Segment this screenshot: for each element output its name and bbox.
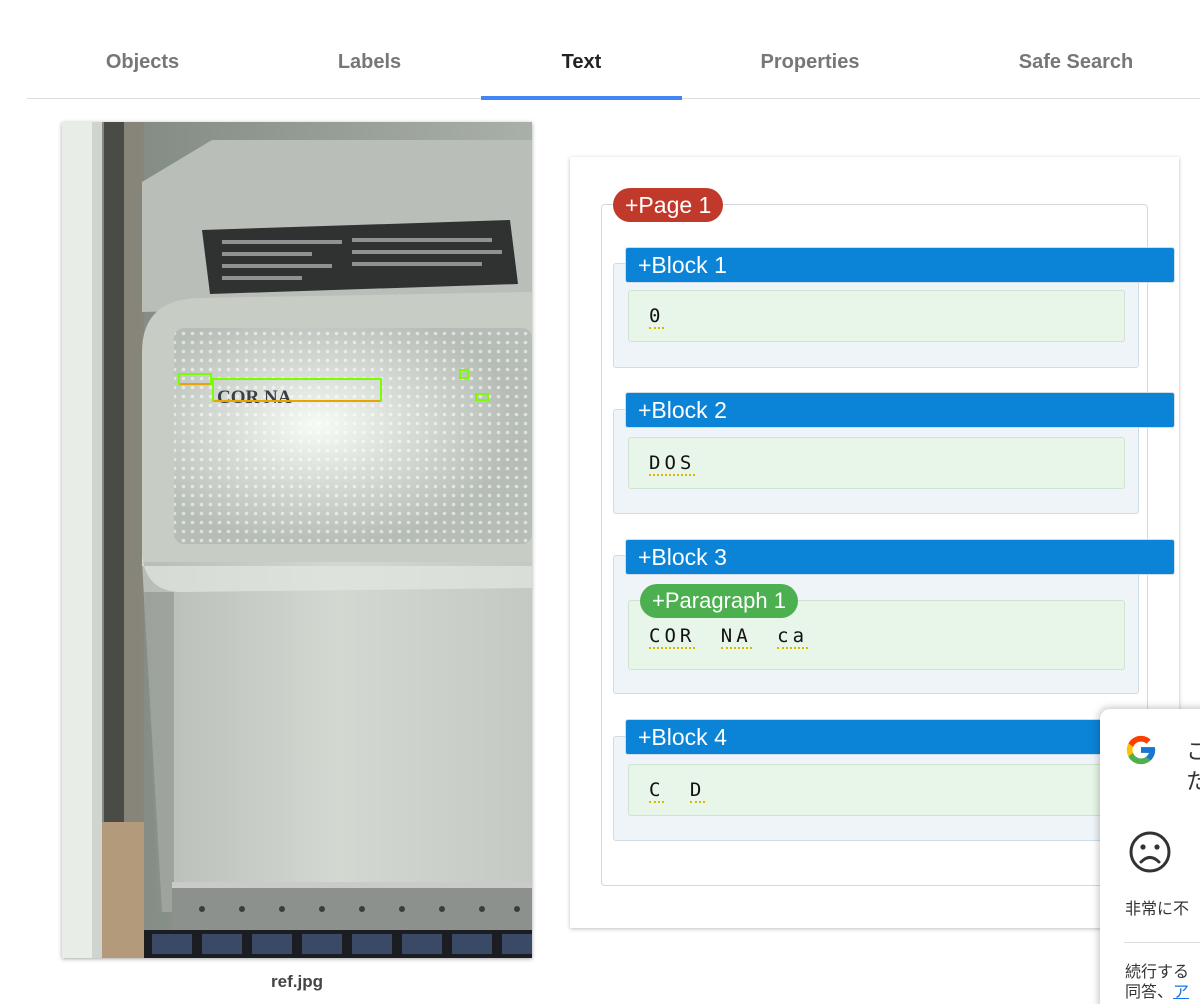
tab-objects[interactable]: Objects (27, 28, 258, 98)
feedback-survey-popup: こ た 非常に不 続行する 同答、ア (1100, 709, 1200, 1004)
block-4-toggle[interactable]: +Block 4 (625, 719, 1175, 755)
tab-safe-search[interactable]: Safe Search (938, 28, 1200, 98)
very-dissatisfied-face-icon[interactable] (1127, 829, 1173, 875)
block-1-toggle[interactable]: +Block 1 (625, 247, 1175, 283)
popup-footer-text: 続行する 同答、ア (1125, 964, 1190, 1001)
block-4-text: C D (628, 764, 1125, 816)
google-logo-icon (1126, 735, 1156, 765)
block-1-text: 0 (628, 290, 1125, 342)
privacy-link[interactable]: ア (1173, 984, 1189, 1001)
tab-text[interactable]: Text (481, 28, 682, 100)
word: COR (649, 625, 696, 649)
word: ca (777, 625, 809, 649)
word: D (689, 779, 706, 803)
block-2-toggle[interactable]: +Block 2 (625, 392, 1175, 428)
popup-divider (1124, 942, 1200, 943)
tab-labels[interactable]: Labels (258, 28, 481, 98)
word: 0 (649, 305, 665, 329)
popup-title: こ た (1186, 739, 1200, 794)
logo-text: COR NA (217, 387, 292, 408)
analyzed-photo: COR NA (62, 122, 532, 958)
paragraph-1-toggle[interactable]: +Paragraph 1 (640, 584, 798, 618)
block-2-text: DOS (628, 437, 1125, 489)
tab-properties[interactable]: Properties (682, 28, 938, 98)
tab-bar: Objects Labels Text Properties Safe Sear… (27, 28, 1200, 100)
rating-label-very-dissatisfied: 非常に不 (1125, 901, 1190, 918)
image-filename: ref.jpg (271, 972, 323, 991)
word: C (649, 779, 665, 803)
text-results-card: +Page 1 +Block 1 0 +Block 2 DOS +Block 3… (570, 157, 1179, 928)
photo-drawing: COR NA (62, 122, 532, 958)
word: DOS (649, 452, 696, 476)
page-1-toggle[interactable]: +Page 1 (613, 188, 724, 222)
block-3-toggle[interactable]: +Block 3 (625, 539, 1175, 575)
word: NA (720, 625, 752, 649)
